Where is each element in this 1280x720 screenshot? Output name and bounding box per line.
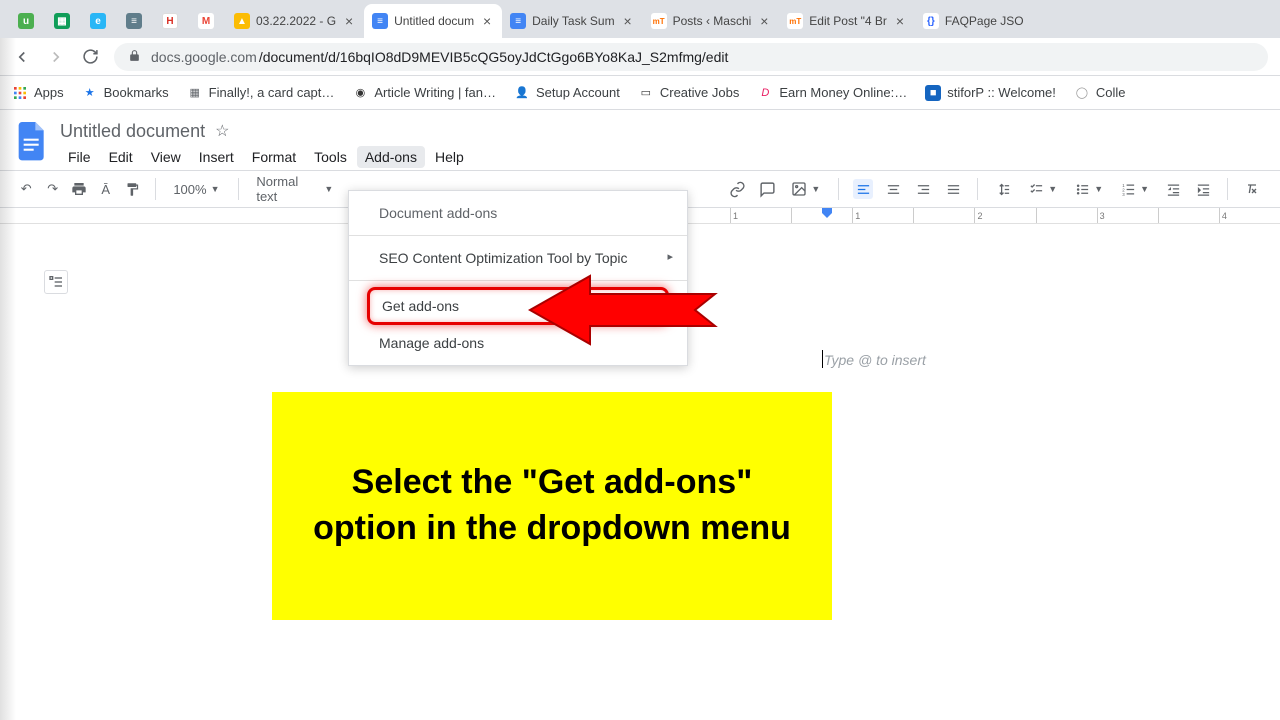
line-spacing-button[interactable] (992, 182, 1015, 197)
forward-button[interactable] (46, 47, 66, 67)
redo-button[interactable]: ↷ (45, 179, 62, 199)
menu-format[interactable]: Format (244, 146, 304, 168)
close-icon[interactable]: × (342, 14, 356, 28)
menu-bar: File Edit View Insert Format Tools Add-o… (60, 144, 472, 170)
close-icon[interactable]: × (621, 14, 635, 28)
browser-tab[interactable]: ≡Daily Task Sum× (502, 4, 642, 38)
spellcheck-button[interactable]: Ā (98, 179, 115, 199)
chevron-down-icon: ▼ (211, 184, 220, 194)
back-button[interactable] (12, 47, 32, 67)
align-justify-button[interactable] (943, 179, 963, 199)
browser-tab[interactable]: mTEdit Post "4 Br× (779, 4, 915, 38)
menu-help[interactable]: Help (427, 146, 472, 168)
align-center-button[interactable] (883, 179, 903, 199)
browser-tab[interactable]: u (10, 4, 46, 38)
favicon-icon: ▭ (638, 85, 654, 101)
outline-toggle-button[interactable] (44, 270, 68, 294)
favicon-icon: ◯ (1074, 85, 1090, 101)
chevron-down-icon: ▼ (324, 184, 333, 194)
dropdown-header: Document add-ons (349, 197, 687, 229)
link-button[interactable] (727, 179, 747, 199)
docs-header: Untitled document ☆ File Edit View Inser… (0, 110, 1280, 170)
svg-text:3: 3 (1122, 191, 1125, 196)
image-button[interactable]: ▼ (787, 181, 824, 197)
browser-tab[interactable]: mTPosts ‹ Maschi× (643, 4, 780, 38)
annotation-callout: Select the "Get add-ons" option in the d… (272, 392, 832, 620)
menu-edit[interactable]: Edit (101, 146, 141, 168)
apps-icon (12, 85, 28, 101)
url-field[interactable]: docs.google.com/document/d/16bqIO8dD9MEV… (114, 43, 1268, 71)
indent-marker-icon[interactable] (822, 208, 832, 218)
bookmark-item[interactable]: 👤Setup Account (514, 85, 620, 101)
favicon-icon: D (757, 85, 773, 101)
clear-format-button[interactable] (1242, 179, 1262, 199)
decrease-indent-button[interactable] (1163, 179, 1183, 199)
bookmark-item[interactable]: ■stiforP :: Welcome! (925, 85, 1056, 101)
menu-tools[interactable]: Tools (306, 146, 355, 168)
address-bar: docs.google.com/document/d/16bqIO8dD9MEV… (0, 38, 1280, 76)
annotation-arrow-icon (520, 270, 720, 355)
bullet-list-button[interactable]: ▼ (1071, 182, 1107, 197)
print-button[interactable] (71, 179, 88, 199)
apps-button[interactable]: Apps (12, 85, 64, 101)
undo-button[interactable]: ↶ (18, 179, 35, 199)
bookmark-item[interactable]: ▦Finally!, a card capt… (187, 85, 335, 101)
favicon-icon: 👤 (514, 85, 530, 101)
bookmark-item[interactable]: ▭Creative Jobs (638, 85, 739, 101)
browser-tab[interactable]: H (154, 4, 190, 38)
favicon-icon: ▦ (187, 85, 203, 101)
menu-addons[interactable]: Add-ons (357, 146, 425, 168)
close-icon[interactable]: × (893, 14, 907, 28)
bookmark-item[interactable]: ◉Article Writing | fan… (352, 85, 496, 101)
browser-tab-strip: u ▦ e ≡ H M ▲03.22.2022 - G× ≡Untitled d… (0, 0, 1280, 38)
url-path: /document/d/16bqIO8dD9MEVIB5cQG5oyJdCtGg… (259, 49, 729, 65)
bookmarks-bar: Apps ★Bookmarks ▦Finally!, a card capt… … (0, 76, 1280, 110)
browser-tab[interactable]: e (82, 4, 118, 38)
browser-tab[interactable]: ▲03.22.2022 - G× (226, 4, 364, 38)
star-icon: ★ (82, 85, 98, 101)
bookmark-item[interactable]: DEarn Money Online:… (757, 85, 907, 101)
close-icon[interactable]: × (480, 14, 494, 28)
docs-logo-icon[interactable] (14, 118, 50, 166)
bookmark-item[interactable]: ★Bookmarks (82, 85, 169, 101)
favicon-icon: ■ (925, 85, 941, 101)
browser-tab[interactable]: ▦ (46, 4, 82, 38)
number-list-button[interactable]: 123▼ (1117, 182, 1153, 197)
format-paint-button[interactable] (124, 179, 141, 199)
menu-view[interactable]: View (143, 146, 189, 168)
document-placeholder[interactable]: Type @ to insert (824, 352, 926, 368)
comment-button[interactable] (757, 179, 777, 199)
close-icon[interactable]: × (757, 14, 771, 28)
star-button[interactable]: ☆ (215, 121, 229, 141)
lock-icon (128, 49, 141, 65)
text-cursor (822, 350, 823, 368)
browser-tab[interactable]: ≡ (118, 4, 154, 38)
browser-tab[interactable]: {}FAQPage JSO (915, 4, 1032, 38)
favicon-icon: ◉ (352, 85, 368, 101)
reload-button[interactable] (80, 47, 100, 67)
url-host: docs.google.com (151, 49, 257, 65)
document-title[interactable]: Untitled document (60, 121, 205, 142)
menu-file[interactable]: File (60, 146, 99, 168)
zoom-select[interactable]: 100% ▼ (169, 182, 223, 197)
browser-tab-active[interactable]: ≡Untitled docum× (364, 4, 502, 38)
increase-indent-button[interactable] (1193, 179, 1213, 199)
browser-tab[interactable]: M (190, 4, 226, 38)
annotation-callout-text: Select the "Get add-ons" option in the d… (312, 460, 792, 552)
align-left-button[interactable] (853, 179, 873, 199)
align-right-button[interactable] (913, 179, 933, 199)
style-select[interactable]: Normal text ▼ (252, 174, 337, 204)
menu-insert[interactable]: Insert (191, 146, 242, 168)
bookmark-item[interactable]: ◯Colle (1074, 85, 1126, 101)
checklist-button[interactable]: ▼ (1025, 182, 1061, 197)
